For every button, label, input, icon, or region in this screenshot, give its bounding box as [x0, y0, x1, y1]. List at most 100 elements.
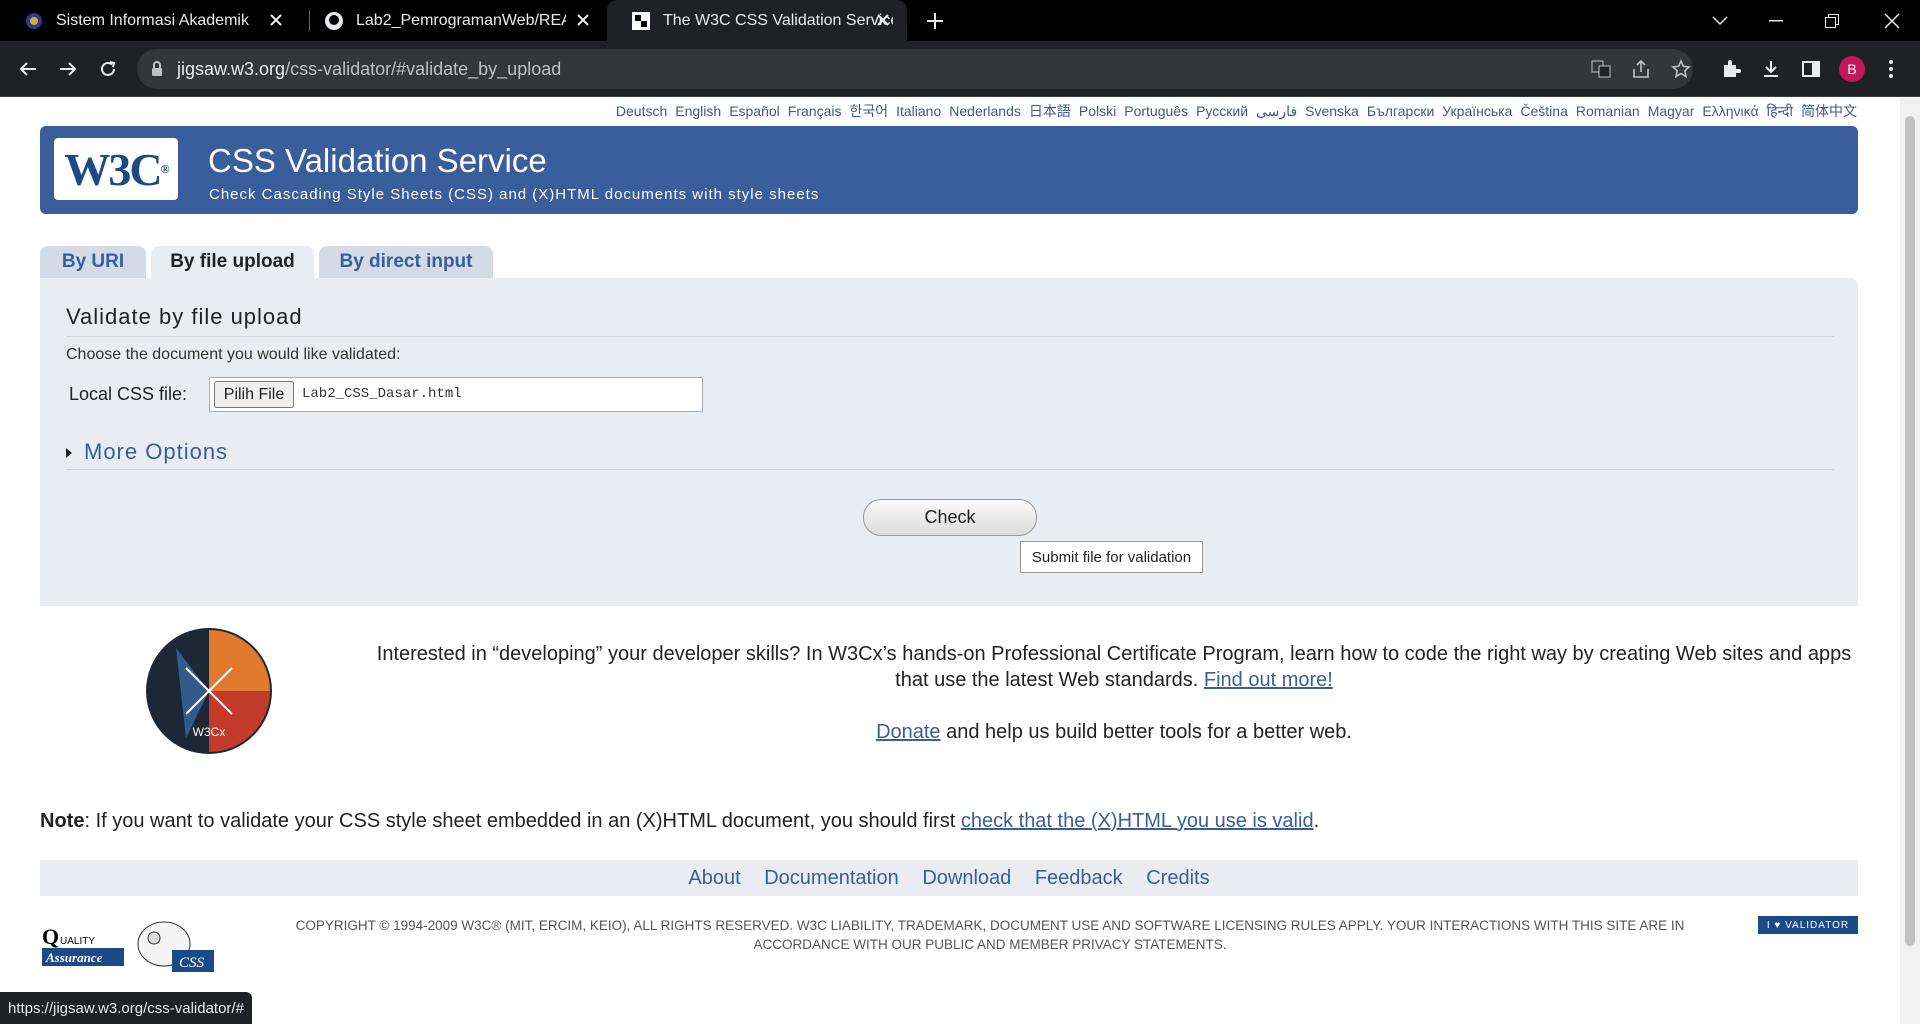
language-link[interactable]: 简体中文 — [1801, 103, 1857, 119]
expand-triangle-icon — [66, 448, 72, 459]
language-link[interactable]: English — [675, 103, 721, 119]
language-link[interactable]: Ελληνικά — [1702, 103, 1758, 119]
quality-assurance-logo[interactable]: Q UALITY Assurance — [40, 918, 126, 968]
upload-panel: Validate by file upload Choose the docum… — [40, 278, 1858, 606]
w3c-logo-text: W3C — [64, 143, 162, 195]
close-tab-icon[interactable] — [266, 10, 286, 30]
language-link[interactable]: Čeština — [1520, 103, 1567, 119]
close-tab-icon[interactable] — [873, 10, 893, 30]
browser-tab-strip: Sistem Informasi Akademik Lab2_Pemrogram… — [0, 0, 1920, 41]
donate-link[interactable]: Donate — [876, 721, 941, 743]
footer-link-download[interactable]: Download — [922, 867, 1011, 889]
language-link[interactable]: 한국어 — [849, 103, 888, 119]
language-link[interactable]: Magyar — [1648, 103, 1695, 119]
tab-title: The W3C CSS Validation Service — [663, 11, 893, 29]
promo-body: Interested in “developing” your develope… — [376, 643, 1852, 691]
language-link[interactable]: Polski — [1079, 103, 1116, 119]
url-path: /css-validator/#validate_by_upload — [285, 58, 562, 79]
svg-text:W3Cx: W3Cx — [193, 725, 226, 739]
note-end: . — [1313, 810, 1320, 832]
side-panel-icon[interactable] — [1797, 55, 1825, 83]
file-input[interactable]: Pilih File Lab2_CSS_Dasar.html — [209, 377, 703, 412]
footer-link-about[interactable]: About — [688, 867, 740, 889]
url-text: jigsaw.w3.org/css-validator/#validate_by… — [177, 59, 561, 80]
more-options-toggle[interactable]: More Options — [66, 439, 228, 465]
browser-tab[interactable]: Sistem Informasi Akademik — [0, 0, 300, 41]
more-options-label: More Options — [84, 439, 229, 464]
forward-icon[interactable] — [54, 55, 82, 83]
minimize-icon[interactable] — [1748, 0, 1804, 41]
check-button[interactable]: Check — [863, 499, 1037, 536]
bookmark-star-icon[interactable] — [1667, 55, 1695, 83]
language-link[interactable]: 日本語 — [1029, 103, 1071, 119]
reload-icon[interactable] — [94, 55, 122, 83]
extensions-icon[interactable] — [1717, 55, 1745, 83]
tab-search-icon[interactable] — [1692, 0, 1748, 41]
menu-kebab-icon[interactable] — [1877, 55, 1905, 83]
restore-icon[interactable] — [1804, 0, 1860, 41]
note-label: Note — [40, 810, 85, 832]
language-link[interactable]: فارسی — [1256, 103, 1297, 119]
choose-text: Choose the document you would like valid… — [66, 346, 401, 363]
browser-tab[interactable]: Lab2_PemrogramanWeb/READM — [300, 0, 607, 41]
lock-icon[interactable] — [151, 61, 163, 77]
language-link[interactable]: Español — [729, 103, 780, 119]
footer-link-credits[interactable]: Credits — [1146, 867, 1209, 889]
svg-text:UALITY: UALITY — [60, 936, 95, 947]
tab-title: Lab2_PemrogramanWeb/READM — [356, 11, 566, 29]
url-host: jigsaw.w3.org — [177, 58, 286, 79]
divider — [66, 336, 1834, 337]
status-bar-url: https://jigsaw.w3.org/css-validator/# — [0, 992, 252, 1024]
browser-toolbar: jigsaw.w3.org/css-validator/#validate_by… — [0, 41, 1920, 97]
promo-text: Interested in “developing” your develope… — [370, 641, 1858, 693]
tab-by-uri[interactable]: By URI — [40, 246, 146, 278]
language-link[interactable]: Romanian — [1576, 103, 1640, 119]
copyright-notice: COPYRIGHT © 1994-2009 W3C® (MIT, ERCIM, … — [260, 916, 1720, 954]
language-link[interactable]: Български — [1367, 103, 1434, 119]
language-link[interactable]: Nederlands — [949, 103, 1021, 119]
browser-tab-active[interactable]: The W3C CSS Validation Service — [607, 0, 907, 41]
new-tab-icon[interactable] — [922, 8, 948, 34]
choose-file-button[interactable]: Pilih File — [214, 381, 294, 408]
footer-link-feedback[interactable]: Feedback — [1035, 867, 1123, 889]
svg-text:Q: Q — [42, 924, 59, 949]
language-link[interactable]: Українська — [1442, 103, 1512, 119]
profile-avatar[interactable]: B — [1839, 56, 1865, 82]
page-viewport: Deutsch English Español Français 한국어 Italiano… — [0, 98, 1898, 1024]
css-sheep-logo[interactable]: CSS — [134, 912, 216, 974]
tab-title: Sistem Informasi Akademik — [56, 11, 249, 29]
header-banner: W3C ® CSS Validation Service Check Cascad… — [40, 126, 1858, 214]
file-label: Local CSS file: — [69, 384, 188, 404]
download-icon[interactable] — [1757, 55, 1785, 83]
close-tab-icon[interactable] — [573, 10, 593, 30]
language-link[interactable]: Français — [788, 103, 842, 119]
language-link[interactable]: Italiano — [896, 103, 941, 119]
note-paragraph: Note: If you want to validate your CSS s… — [40, 810, 1319, 833]
language-link[interactable]: Deutsch — [616, 103, 667, 119]
page-scrollbar[interactable] — [1900, 98, 1920, 1024]
check-xhtml-link[interactable]: check that the (X)HTML you use is valid — [961, 810, 1314, 832]
find-out-more-link[interactable]: Find out more! — [1204, 669, 1333, 691]
w3cx-developer-badge: W3Cx — [146, 628, 272, 754]
tab-by-file-upload[interactable]: By file upload — [151, 246, 314, 278]
language-link[interactable]: Português — [1124, 103, 1188, 119]
share-icon[interactable] — [1627, 55, 1655, 83]
tab-by-direct-input[interactable]: By direct input — [319, 246, 493, 278]
svg-text:CSS: CSS — [179, 955, 205, 971]
footer-nav: About Documentation Download Feedback Cr… — [40, 860, 1858, 896]
note-text: : If you want to validate your CSS style… — [84, 810, 956, 832]
language-link[interactable]: Русский — [1196, 103, 1248, 119]
translate-icon[interactable] — [1587, 55, 1615, 83]
divider — [66, 469, 1834, 470]
donate-line: Donate and help us build better tools fo… — [370, 721, 1858, 744]
language-link[interactable]: हिन्दी — [1767, 103, 1793, 119]
back-icon[interactable] — [14, 55, 42, 83]
close-window-icon[interactable] — [1864, 0, 1920, 41]
footer-link-documentation[interactable]: Documentation — [764, 867, 899, 889]
address-bar[interactable]: jigsaw.w3.org/css-validator/#validate_by… — [137, 49, 1693, 89]
scrollbar-thumb[interactable] — [1905, 116, 1915, 946]
section-title: Validate by file upload — [66, 304, 303, 329]
i-love-validator-badge[interactable]: I ♥ VALIDATOR — [1758, 916, 1858, 934]
w3c-logo[interactable]: W3C ® — [54, 138, 178, 200]
language-link[interactable]: Svenska — [1305, 103, 1359, 119]
